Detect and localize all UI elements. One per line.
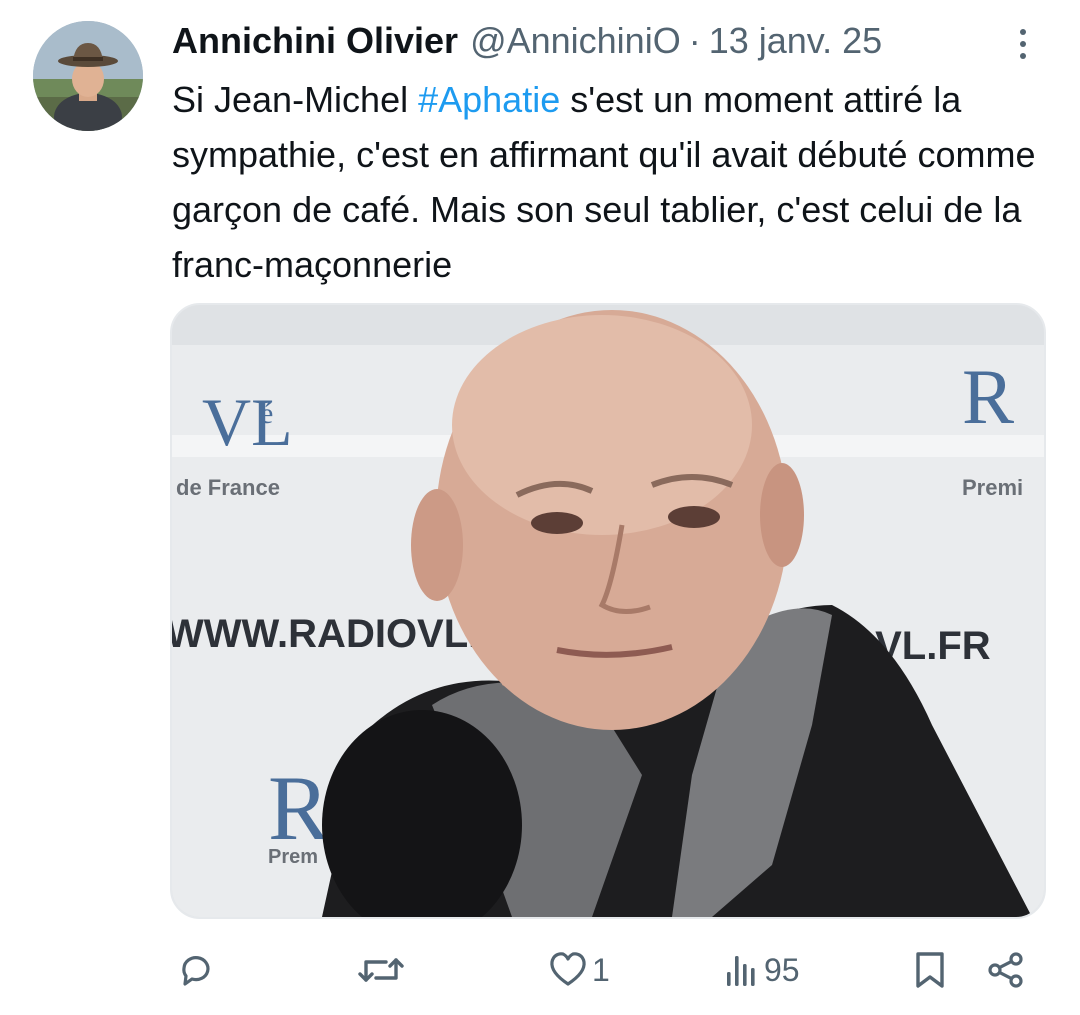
author-display-name[interactable]: Annichini Olivier: [172, 20, 458, 62]
tweet-text: Si Jean-Michel #Aphatie s'est un moment …: [172, 72, 1052, 292]
views-count: 95: [764, 951, 800, 988]
tweet-header: Annichini Olivier @AnnichiniO · 13 janv.…: [172, 18, 882, 64]
retweet-button[interactable]: [358, 940, 404, 1000]
like-button[interactable]: 1: [548, 940, 610, 1000]
reply-icon: [182, 956, 210, 986]
backdrop-logo-right: R: [962, 353, 1014, 440]
backdrop-logo-left: VL: [202, 384, 293, 460]
reply-button[interactable]: [176, 940, 216, 1000]
more-options-icon[interactable]: [1008, 24, 1038, 64]
share-icon: [988, 952, 1023, 988]
user-avatar[interactable]: [33, 21, 143, 131]
views-button[interactable]: 95: [724, 940, 800, 1000]
tweet-action-bar: 1 95: [0, 940, 1080, 1000]
bookmark-button[interactable]: [912, 940, 948, 1000]
tweet-date[interactable]: 13 janv. 25: [709, 20, 882, 62]
backdrop-logo-right-sub: Premi: [962, 475, 1023, 500]
like-count: 1: [592, 951, 610, 988]
heart-icon: [550, 952, 586, 986]
media-photo: VL é R Ra de France Premi Prem WWW.RADIO…: [172, 305, 1044, 917]
backdrop-logo-left-sub: de France: [176, 475, 280, 500]
tweet-media-image[interactable]: VL é R Ra de France Premi Prem WWW.RADIO…: [170, 303, 1046, 919]
bookmark-icon: [916, 952, 944, 988]
author-handle[interactable]: @AnnichiniO: [470, 20, 681, 62]
avatar-image: [33, 21, 143, 131]
backdrop-logo-left-accent: é: [260, 397, 273, 430]
backdrop-url-left: WWW.RADIOVL.F: [172, 612, 504, 656]
retweet-icon: [358, 958, 404, 982]
backdrop-logo-bottom-sub: Prem: [268, 846, 318, 868]
views-icon: [727, 956, 755, 986]
share-button[interactable]: [986, 940, 1026, 1000]
hashtag-link[interactable]: #Aphatie: [418, 79, 560, 120]
header-separator: ·: [688, 20, 701, 61]
tweet-text-before: Si Jean-Michel: [172, 79, 419, 120]
